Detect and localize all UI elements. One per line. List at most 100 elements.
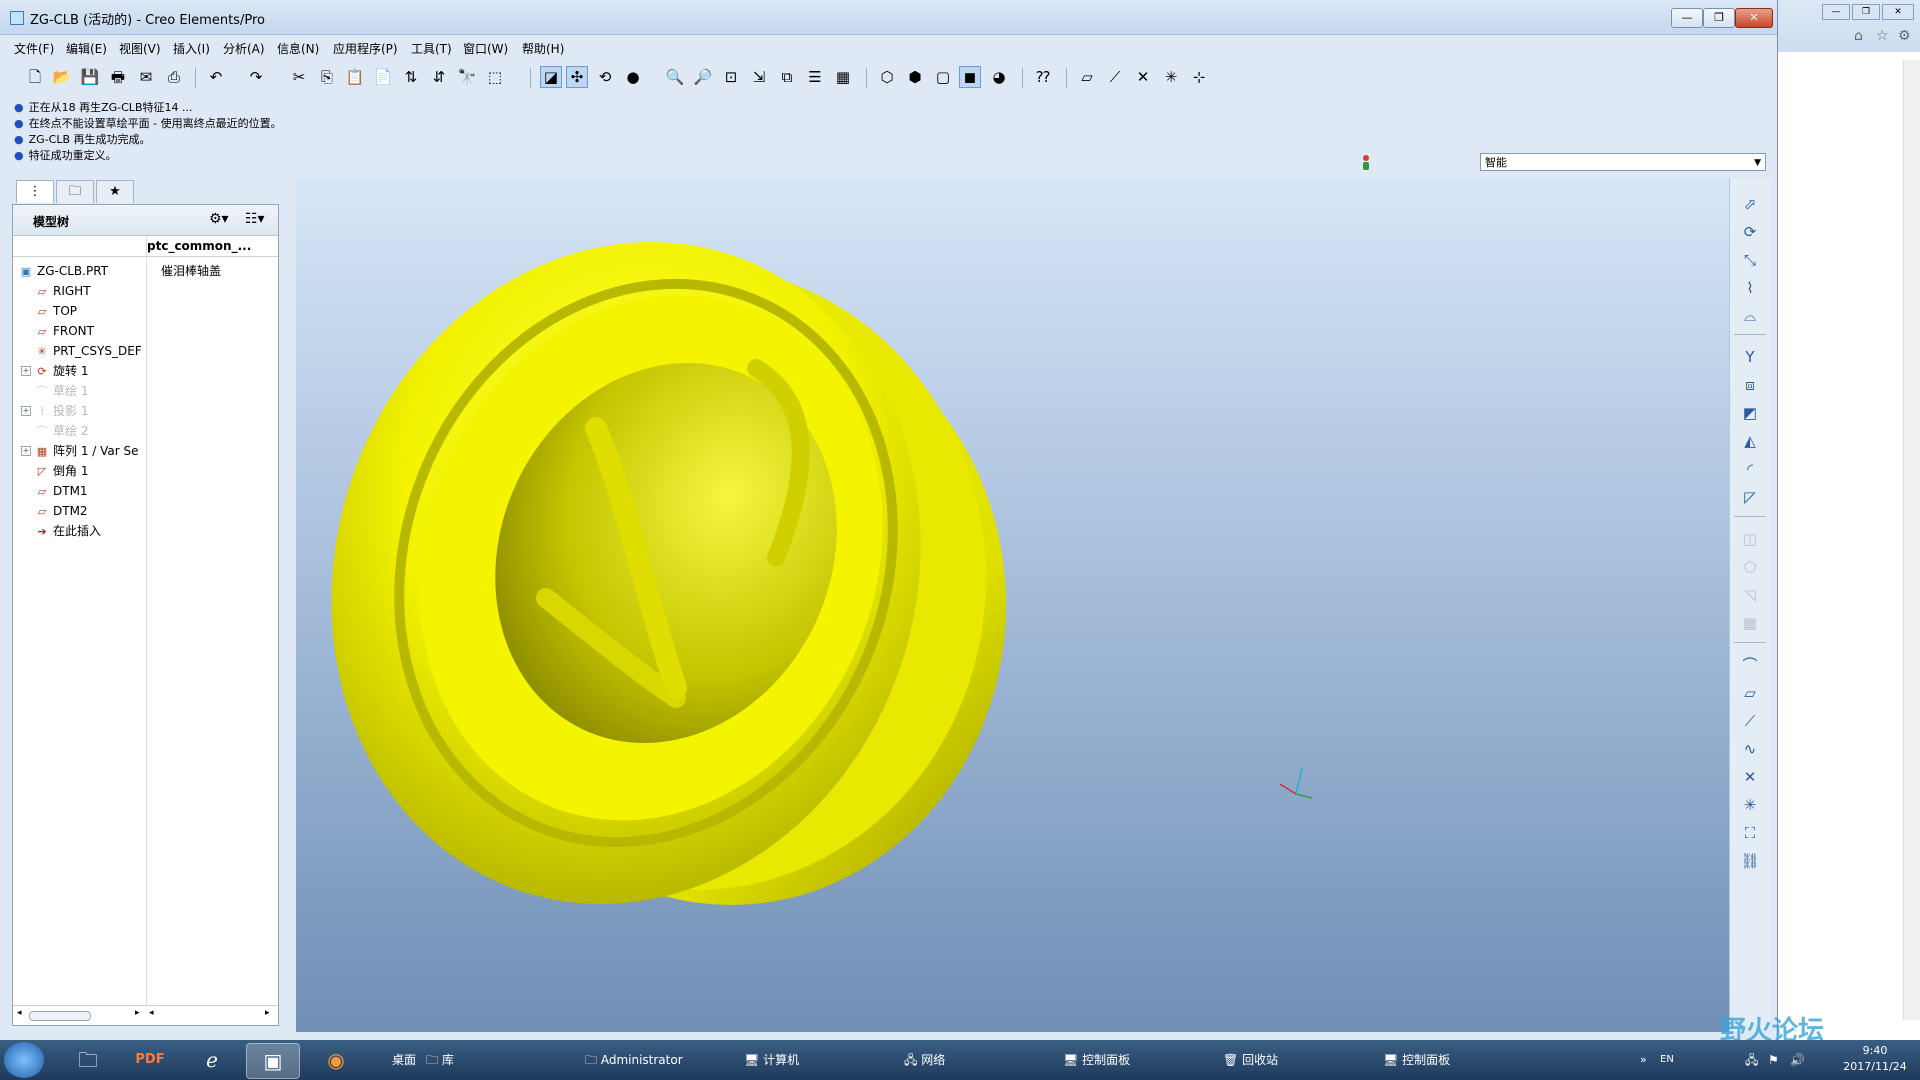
cut-icon[interactable]: ✂: [288, 66, 310, 88]
analysis-tool-icon[interactable]: ⛶: [1739, 822, 1761, 844]
creo-task-icon[interactable]: ▣: [246, 1043, 300, 1079]
title-bar[interactable]: ZG-CLB (活动的) - Creo Elements/Pro — ❐ ✕: [0, 0, 1777, 35]
paste-special-icon[interactable]: 📄: [372, 66, 394, 88]
start-button[interactable]: [4, 1042, 44, 1078]
tab-folder-browser[interactable]: 🗀: [56, 180, 94, 203]
redo-icon[interactable]: ↷: [245, 66, 267, 88]
tab-model-tree[interactable]: ⋮: [16, 180, 54, 203]
orient-mode-icon[interactable]: ⟲: [594, 66, 616, 88]
tree-item[interactable]: ✳ PRT_CSYS_DEF: [35, 341, 141, 361]
repaint-icon[interactable]: ◪: [540, 66, 562, 88]
chamfer-icon[interactable]: ◸: [1739, 486, 1761, 508]
mirror-icon[interactable]: ◫: [1739, 528, 1761, 550]
tab-favorites[interactable]: ★: [96, 180, 134, 203]
task-computer[interactable]: 🖥 计算机: [744, 1040, 799, 1080]
star-icon[interactable]: ☆: [1876, 28, 1889, 44]
language-indicator[interactable]: EN: [1660, 1040, 1674, 1080]
pdf-icon[interactable]: PDF: [124, 1043, 176, 1077]
gear-icon[interactable]: ⚙: [1898, 28, 1911, 44]
annotation-display-icon[interactable]: ⊹: [1188, 66, 1210, 88]
tree-item[interactable]: ▱ DTM2: [35, 501, 88, 521]
tree-root-node[interactable]: ▣ ZG-CLB.PRT: [19, 261, 108, 281]
menu-insert[interactable]: 插入(I): [173, 40, 210, 57]
print-icon[interactable]: 🖶: [107, 66, 129, 88]
graphics-window[interactable]: [296, 178, 1729, 1032]
task-administrator[interactable]: 🗀 Administrator: [585, 1040, 683, 1080]
vertical-scrollbar[interactable]: [1903, 60, 1920, 1020]
refit-icon[interactable]: ⊡: [720, 66, 742, 88]
tree-item[interactable]: ➔ 在此插入: [35, 521, 101, 541]
menu-tools[interactable]: 工具(T): [411, 40, 452, 57]
datum-curve-tool-icon[interactable]: ∿: [1739, 738, 1761, 760]
explorer-icon[interactable]: 🗀: [62, 1043, 114, 1077]
scroll-left-icon[interactable]: ◂: [17, 1008, 22, 1018]
ie-icon[interactable]: ℯ: [186, 1043, 238, 1077]
regen-manager-icon[interactable]: ⇵: [428, 66, 450, 88]
show-hidden-icons[interactable]: »: [1640, 1040, 1647, 1080]
task-control-panel-2[interactable]: 🖥 控制面板: [1383, 1040, 1450, 1080]
tree-item[interactable]: ⌒ 草绘 2: [35, 421, 89, 441]
media-icon[interactable]: ◉: [310, 1043, 362, 1077]
plane-display-icon[interactable]: ▱: [1076, 66, 1098, 88]
extrude-icon[interactable]: ⬀: [1739, 193, 1761, 215]
status-light-icon[interactable]: [1360, 153, 1372, 171]
view-manager-icon[interactable]: ▦: [832, 66, 854, 88]
regenerate-icon[interactable]: ⇅: [400, 66, 422, 88]
sweep-icon[interactable]: ⤡: [1739, 249, 1761, 271]
taskbar-clock[interactable]: 9:40 2017/11/24: [1830, 1043, 1920, 1075]
paste-icon[interactable]: 📋: [344, 66, 366, 88]
task-control-panel[interactable]: 🖥 控制面板: [1063, 1040, 1130, 1080]
scroll-right-icon[interactable]: ▸: [135, 1008, 140, 1018]
tree-item[interactable]: + ⌇ 投影 1: [21, 401, 88, 421]
tree-settings-icon[interactable]: ⚙▾: [209, 211, 229, 227]
tree-columns-icon[interactable]: ☷▾: [245, 211, 265, 227]
column-ptc-common[interactable]: ptc_common_...: [147, 239, 251, 253]
close-button[interactable]: ✕: [1882, 4, 1914, 20]
expand-toggle-icon[interactable]: +: [21, 406, 31, 416]
expand-toggle-icon[interactable]: +: [21, 366, 31, 376]
task-network[interactable]: 🖧 网络: [904, 1040, 945, 1080]
tree-horizontal-scrollbar[interactable]: ◂ ▸ ◂ ▸: [13, 1005, 278, 1024]
zoom-in-icon[interactable]: 🔍: [664, 66, 686, 88]
new-file-icon[interactable]: 🗋: [24, 66, 46, 88]
datum-axis-tool-icon[interactable]: ⟋: [1739, 710, 1761, 732]
menu-analysis[interactable]: 分析(A): [223, 40, 265, 57]
scroll-thumb[interactable]: [29, 1011, 91, 1021]
datum-plane-tool-icon[interactable]: ▱: [1739, 682, 1761, 704]
shading-icon[interactable]: ◼: [959, 66, 981, 88]
send-mail-icon[interactable]: ✉: [135, 66, 157, 88]
reorient-icon[interactable]: ⇲: [748, 66, 770, 88]
point-display-icon[interactable]: ✕: [1132, 66, 1154, 88]
csys-display-icon[interactable]: ✳: [1160, 66, 1182, 88]
shell-icon[interactable]: ⧈: [1739, 374, 1761, 396]
find-icon[interactable]: 🔭: [456, 66, 478, 88]
volume-icon[interactable]: 🔊: [1790, 1040, 1805, 1080]
no-hidden-icon[interactable]: ▢: [932, 66, 954, 88]
menu-info[interactable]: 信息(N): [277, 40, 319, 57]
menu-window[interactable]: 窗口(W): [463, 40, 508, 57]
saved-views-icon[interactable]: ⧉: [776, 66, 798, 88]
tree-item[interactable]: ▱ RIGHT: [35, 281, 91, 301]
undo-icon[interactable]: ↶: [205, 66, 227, 88]
maximize-button[interactable]: ❐: [1852, 4, 1880, 20]
revolve-icon[interactable]: ⟳: [1739, 221, 1761, 243]
draft-icon[interactable]: ◭: [1739, 430, 1761, 452]
boundary-blend-icon[interactable]: ⌓: [1739, 305, 1761, 327]
expand-toggle-icon[interactable]: +: [21, 446, 31, 456]
trim-icon[interactable]: ◹: [1739, 584, 1761, 606]
save-icon[interactable]: 💾: [79, 66, 101, 88]
maximize-button[interactable]: ❐: [1703, 8, 1735, 28]
zoom-out-icon[interactable]: 🔎: [692, 66, 714, 88]
mail-link-icon[interactable]: ⎙: [163, 66, 185, 88]
minimize-button[interactable]: —: [1671, 8, 1703, 28]
axis-display-icon[interactable]: ⟋: [1104, 66, 1126, 88]
hole-icon[interactable]: Y: [1739, 346, 1761, 368]
open-file-icon[interactable]: 📂: [51, 66, 73, 88]
pattern-icon[interactable]: ▦: [1739, 612, 1761, 634]
menu-help[interactable]: 帮助(H): [522, 40, 564, 57]
round-icon[interactable]: ◜: [1739, 458, 1761, 480]
selection-filter-select[interactable]: 智能 ▼: [1480, 153, 1766, 171]
tree-item[interactable]: + ▦ 阵列 1 / Var Se: [21, 441, 139, 461]
select-box-icon[interactable]: ⬚: [484, 66, 506, 88]
scroll-left-icon[interactable]: ◂: [149, 1008, 154, 1018]
